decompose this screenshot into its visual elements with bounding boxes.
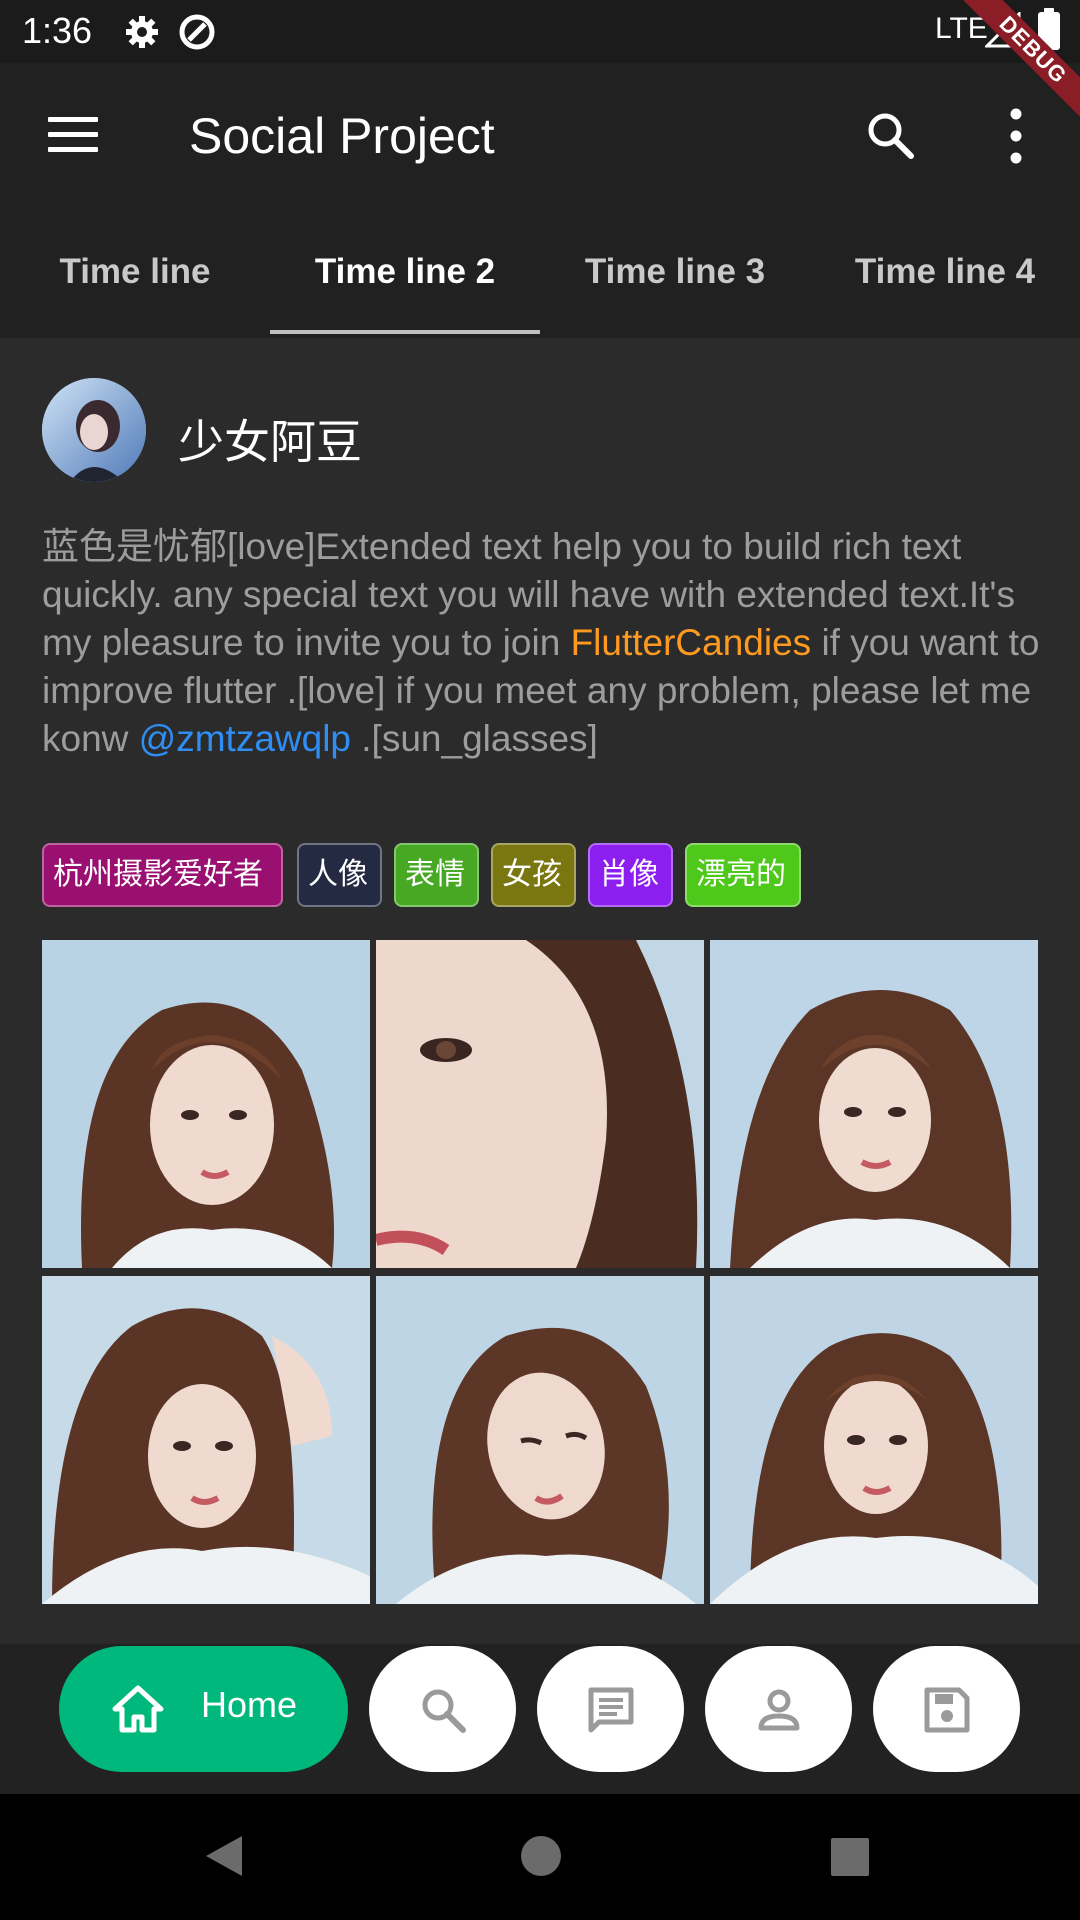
photo-thumbnail[interactable] [376, 1276, 704, 1604]
bottom-nav: Home [0, 1644, 1080, 1794]
tab-bar: Time line Time line 2 Time line 3 Time l… [0, 208, 1080, 338]
tag-chip[interactable]: 漂亮的 [685, 843, 801, 907]
nav-save-button[interactable] [873, 1646, 1020, 1772]
tag-chip[interactable]: 女孩 [491, 843, 576, 907]
more-vert-icon[interactable] [1000, 106, 1032, 166]
settings-icon [126, 16, 158, 48]
recent-apps-icon[interactable] [831, 1838, 869, 1876]
tab-indicator [270, 330, 540, 334]
tab-time-line-2[interactable]: Time line 2 [270, 208, 540, 338]
search-icon[interactable] [864, 109, 916, 161]
fluttercandies-link[interactable]: FlutterCandies [571, 622, 812, 663]
photo-grid [42, 940, 1038, 1604]
system-nav-bar [0, 1794, 1080, 1920]
app-title: Social Project [189, 108, 495, 164]
message-icon [588, 1687, 634, 1733]
home-nav-icon[interactable] [521, 1836, 561, 1876]
status-bar: 1:36 LTE [0, 0, 1080, 63]
post-text-part: .[sun_glasses] [351, 718, 598, 759]
username[interactable]: 少女阿豆 [178, 406, 362, 472]
timeline-post: 少女阿豆 蓝色是忧郁[love]Extended text help you t… [0, 338, 1080, 1644]
photo-thumbnail[interactable] [710, 940, 1038, 1268]
status-time: 1:36 [22, 10, 93, 51]
avatar[interactable] [42, 378, 146, 482]
photo-thumbnail[interactable] [42, 940, 370, 1268]
tag-chip[interactable]: 表情 [394, 843, 479, 907]
home-icon [112, 1685, 164, 1733]
mention-link[interactable]: @zmtzawqlp [139, 718, 351, 759]
tag-chip[interactable]: 人像 [297, 843, 382, 907]
tag-chip[interactable]: 肖像 [588, 843, 673, 907]
nav-messages-button[interactable] [537, 1646, 684, 1772]
person-icon [758, 1689, 800, 1731]
app-bar: Social Project [0, 63, 1080, 208]
search-icon [422, 1689, 466, 1733]
photo-thumbnail[interactable] [376, 940, 704, 1268]
post-text: 蓝色是忧郁[love]Extended text help you to bui… [42, 523, 1042, 763]
tag-chip[interactable]: 杭州摄影爱好者 [42, 843, 283, 907]
tab-time-line-4[interactable]: Time line 4 [810, 208, 1080, 338]
menu-icon[interactable] [48, 117, 98, 153]
tab-time-line[interactable]: Time line [0, 208, 270, 338]
photo-thumbnail[interactable] [710, 1276, 1038, 1604]
nav-profile-button[interactable] [705, 1646, 852, 1772]
nav-search-button[interactable] [369, 1646, 516, 1772]
photo-thumbnail[interactable] [42, 1276, 370, 1604]
save-icon [924, 1687, 970, 1733]
data-saver-icon [179, 14, 215, 50]
back-icon[interactable] [204, 1834, 244, 1878]
nav-home-button[interactable]: Home [59, 1646, 348, 1772]
tab-time-line-3[interactable]: Time line 3 [540, 208, 810, 338]
nav-home-label: Home [201, 1684, 298, 1725]
